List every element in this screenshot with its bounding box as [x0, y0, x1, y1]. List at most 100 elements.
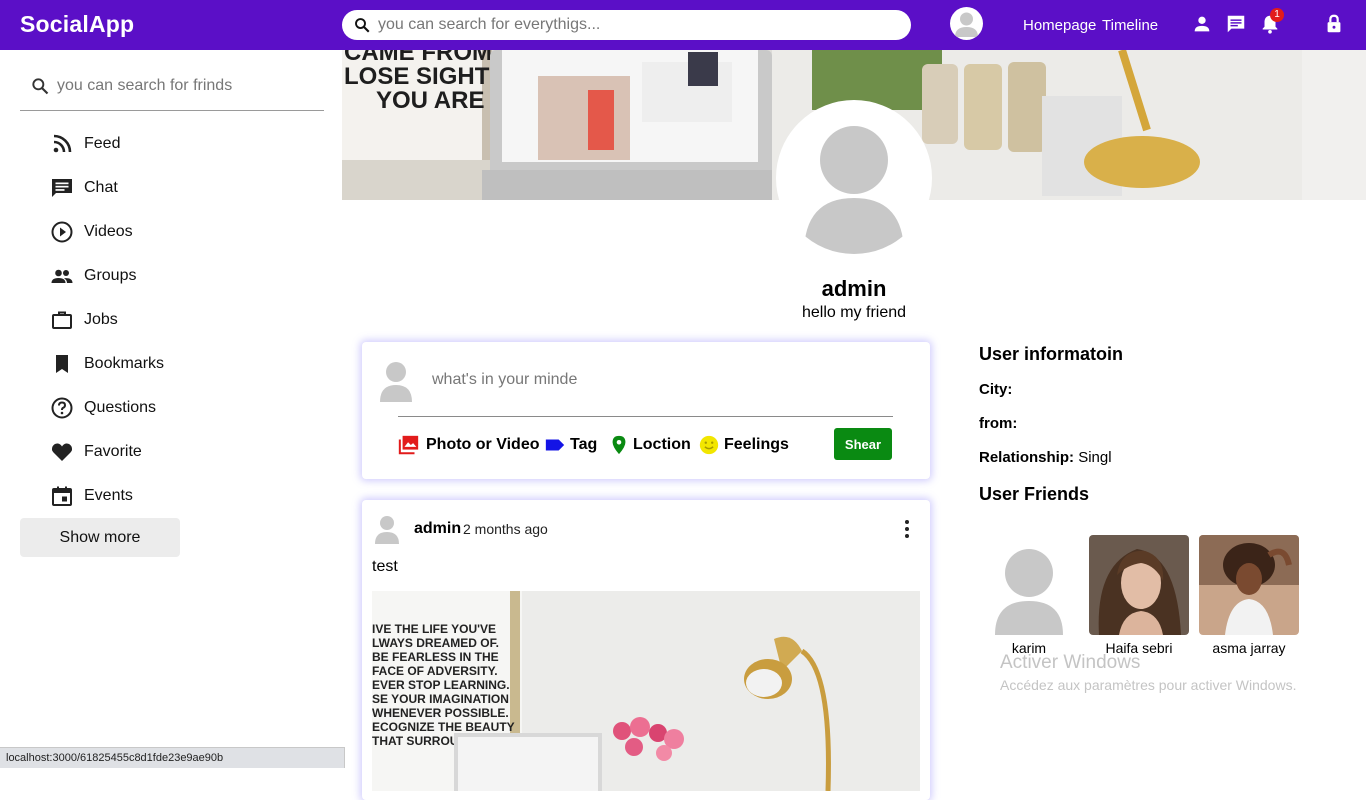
- post-text: test: [372, 558, 398, 575]
- friend-portrait: [1089, 535, 1189, 635]
- option-label: Loction: [633, 436, 691, 453]
- sidebar-item-label: Favorite: [84, 443, 142, 460]
- emoji-smile-icon: [699, 435, 719, 455]
- label-tag-icon: [545, 439, 565, 451]
- help-circle-icon: [51, 397, 73, 419]
- avatar-placeholder-icon: [955, 12, 978, 37]
- profile-description: hello my friend: [801, 304, 907, 321]
- global-search-input[interactable]: [378, 14, 898, 36]
- tag-option[interactable]: Tag: [544, 434, 604, 456]
- post-poster-line: LWAYS DREAMED OF.: [372, 636, 499, 650]
- sidebar-item-groups[interactable]: Groups: [50, 261, 310, 291]
- lock-icon[interactable]: [1323, 13, 1345, 35]
- sidebar-item-favorite[interactable]: Favorite: [50, 437, 310, 467]
- sidebar-item-label: Events: [84, 487, 133, 504]
- more-vert-icon[interactable]: [898, 518, 916, 540]
- friend-card[interactable]: karim: [979, 535, 1079, 656]
- feelings-option[interactable]: Feelings: [698, 434, 798, 456]
- city-label: City:: [979, 381, 1013, 398]
- from-row: from:: [979, 415, 1017, 432]
- play-circle-icon: [51, 221, 73, 243]
- friend-portrait: [1199, 535, 1299, 635]
- profile-picture[interactable]: [776, 100, 932, 256]
- friend-search-bar[interactable]: [20, 62, 324, 111]
- sidebar-item-label: Bookmarks: [84, 355, 165, 372]
- photo-library-icon: [398, 435, 419, 455]
- option-label: Photo or Video: [426, 436, 540, 453]
- briefcase-icon: [52, 311, 72, 329]
- avatar-placeholder-icon: [375, 516, 399, 544]
- share-button[interactable]: Shear: [834, 428, 892, 460]
- friend-search-input[interactable]: [57, 76, 317, 96]
- sidebar-item-feed[interactable]: Feed: [50, 129, 310, 159]
- browser-status-url: localhost:3000/61825455c8d1fde23e9ae90b: [0, 747, 345, 768]
- post-poster-line: EVER STOP LEARNING.: [372, 678, 510, 692]
- relationship-value: Singl: [1078, 449, 1112, 466]
- sidebar-item-bookmarks[interactable]: Bookmarks: [50, 349, 310, 379]
- divider: [398, 416, 893, 417]
- heart-icon: [51, 443, 73, 461]
- windows-activation-subtitle: Accédez aux paramètres pour activer Wind…: [1000, 677, 1297, 693]
- avatar-placeholder-icon: [979, 535, 1079, 635]
- chat-icon[interactable]: [1225, 13, 1247, 35]
- post-poster-line: WHENEVER POSSIBLE.: [372, 706, 509, 720]
- calendar-icon: [52, 486, 72, 506]
- sidebar-item-label: Videos: [84, 223, 133, 240]
- homepage-link[interactable]: Homepage: [1023, 17, 1096, 34]
- timeline-link[interactable]: Timeline: [1102, 17, 1158, 34]
- profile-name: admin: [821, 276, 887, 301]
- avatar-placeholder-icon: [804, 126, 904, 254]
- option-label: Feelings: [724, 436, 789, 453]
- sidebar-item-label: Feed: [84, 135, 121, 152]
- friend-name[interactable]: asma jarray: [1199, 640, 1299, 656]
- location-option[interactable]: Loction: [608, 434, 698, 456]
- sidebar-item-events[interactable]: Events: [50, 481, 310, 511]
- sidebar-item-label: Questions: [84, 399, 157, 416]
- friend-photo[interactable]: [1089, 535, 1189, 635]
- option-label: Tag: [570, 436, 598, 453]
- search-icon: [355, 18, 370, 33]
- post-author[interactable]: admin: [414, 520, 461, 538]
- windows-activation-title: Activer Windows: [1000, 652, 1141, 673]
- user-info-title: User informatoin: [979, 344, 1124, 364]
- friend-card[interactable]: Haifa sebri: [1089, 535, 1189, 656]
- post-input[interactable]: [432, 370, 852, 390]
- city-row: City:: [979, 381, 1012, 398]
- app-logo[interactable]: SocialApp: [20, 11, 134, 38]
- sidebar-item-label: Jobs: [84, 311, 118, 328]
- person-icon[interactable]: [1191, 13, 1213, 35]
- top-navbar: SocialApp Homepage Timeline 1: [0, 0, 1366, 50]
- global-search-bar[interactable]: [342, 10, 911, 40]
- post-poster-line: IVE THE LIFE YOU'VE: [372, 622, 496, 636]
- location-pin-icon: [612, 435, 626, 455]
- post-poster-line: BE FEARLESS IN THE: [372, 650, 499, 664]
- photo-video-option[interactable]: Photo or Video: [398, 434, 540, 456]
- show-more-button[interactable]: Show more: [20, 518, 180, 557]
- avatar-placeholder-icon: [380, 362, 412, 402]
- sidebar-item-videos[interactable]: Videos: [50, 217, 310, 247]
- share-post-card: Photo or Video Tag Loction Feelings Shea…: [362, 342, 930, 479]
- sidebar-item-label: Groups: [84, 267, 137, 284]
- avatar[interactable]: [950, 7, 983, 40]
- relationship-row: Relationship: Singl: [979, 449, 1112, 466]
- user-friends-title: User Friends: [979, 484, 1090, 504]
- group-icon: [51, 269, 73, 283]
- bookmark-icon: [56, 355, 68, 373]
- sidebar-item-chat[interactable]: Chat: [50, 173, 310, 203]
- search-icon: [32, 78, 49, 95]
- from-label: from:: [979, 415, 1018, 432]
- friend-card[interactable]: asma jarray: [1199, 535, 1299, 656]
- friend-photo[interactable]: [979, 535, 1079, 635]
- post-card: admin 2 months ago test IVE THE LIFE YOU…: [362, 500, 930, 800]
- post-poster-line: ECOGNIZE THE BEAUTY: [372, 720, 515, 734]
- rss-feed-icon: [53, 134, 72, 153]
- notification-badge: 1: [1270, 8, 1284, 22]
- sidebar-item-label: Chat: [84, 179, 118, 196]
- sidebar-item-jobs[interactable]: Jobs: [50, 305, 310, 335]
- post-poster-line: SE YOUR IMAGINATION: [372, 692, 509, 706]
- post-image: IVE THE LIFE YOU'VE LWAYS DREAMED OF. BE…: [372, 591, 920, 791]
- sidebar-item-questions[interactable]: Questions: [50, 393, 310, 423]
- post-photo: IVE THE LIFE YOU'VE LWAYS DREAMED OF. BE…: [372, 591, 920, 791]
- post-date: 2 months ago: [463, 521, 548, 537]
- friend-photo[interactable]: [1199, 535, 1299, 635]
